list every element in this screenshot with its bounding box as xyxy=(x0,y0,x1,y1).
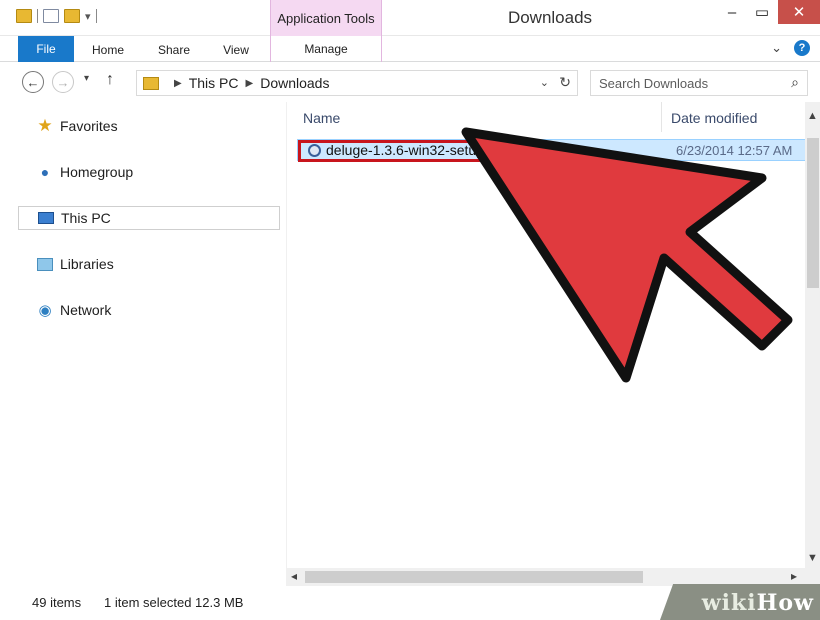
address-bar[interactable]: ▶ This PC ▶ Downloads ⌄ ↻ xyxy=(136,70,578,96)
tab-manage[interactable]: Manage xyxy=(270,36,382,62)
sidebar-item-libraries[interactable]: Libraries xyxy=(18,252,280,276)
watermark-logo: wikiHow xyxy=(702,590,814,616)
folder-icon[interactable] xyxy=(16,9,32,23)
breadcrumb-chevron-icon[interactable]: ▶ xyxy=(246,78,254,89)
watermark-text-b: How xyxy=(756,590,814,616)
column-headers: Name ^ Date modified xyxy=(287,102,820,132)
minimize-icon[interactable]: – xyxy=(718,0,746,24)
folder-icon xyxy=(143,76,159,90)
maximize-icon[interactable]: ▭ xyxy=(748,0,776,24)
libraries-icon xyxy=(36,256,54,272)
network-icon: ◉ xyxy=(38,302,52,319)
address-dropdown-icon[interactable]: ⌄ xyxy=(540,76,549,89)
forward-icon[interactable]: → xyxy=(52,71,74,93)
scroll-up-icon[interactable]: ▲ xyxy=(807,110,818,122)
sidebar-item-favorites[interactable]: ★ Favorites xyxy=(18,114,280,138)
column-date-label: Date modified xyxy=(671,110,758,126)
sidebar-item-homegroup[interactable]: ● Homegroup xyxy=(18,160,280,184)
horizontal-scroll-thumb[interactable] xyxy=(305,571,643,583)
sidebar-item-this-pc[interactable]: This PC xyxy=(18,206,280,230)
star-icon: ★ xyxy=(37,116,53,135)
file-name[interactable]: deluge-1.3.6-win32-setup xyxy=(326,142,484,158)
column-divider[interactable] xyxy=(661,102,662,132)
new-folder-icon[interactable] xyxy=(64,9,80,23)
customize-toolbar-icon[interactable]: ▾ xyxy=(85,10,91,23)
item-count: 49 items xyxy=(32,595,82,610)
installer-icon xyxy=(308,144,321,157)
sidebar-item-label: Homegroup xyxy=(60,164,134,180)
title-bar: ▾ Application Tools Downloads – ▭ ✕ xyxy=(0,0,820,36)
selection-info: 1 item selected 12.3 MB xyxy=(104,595,244,610)
toolbar-divider xyxy=(37,9,38,23)
up-icon[interactable]: ↑ xyxy=(106,71,114,89)
properties-icon[interactable] xyxy=(43,9,59,23)
column-date-modified[interactable]: ^ Date modified xyxy=(671,110,757,126)
sidebar-item-label: This PC xyxy=(61,210,111,226)
vertical-scrollbar[interactable]: ▲ ▼ xyxy=(805,102,820,586)
context-tab-label: Application Tools xyxy=(270,0,382,36)
scroll-right-icon[interactable]: ▸ xyxy=(791,569,797,583)
watermark-text-a: wiki xyxy=(701,590,757,616)
tab-view[interactable]: View xyxy=(208,38,264,62)
column-name[interactable]: Name xyxy=(303,110,340,126)
file-date: 6/23/2014 12:57 AM xyxy=(676,143,793,158)
close-icon[interactable]: ✕ xyxy=(778,0,820,24)
expand-ribbon-icon[interactable]: ⌄ xyxy=(771,40,782,56)
sidebar-item-label: Network xyxy=(60,302,112,318)
ribbon-tabs: File Home Share View Manage ⌄ ? xyxy=(0,36,820,62)
scroll-down-icon[interactable]: ▼ xyxy=(807,552,818,564)
homegroup-icon: ● xyxy=(40,164,50,180)
breadcrumb-this-pc[interactable]: This PC xyxy=(189,75,239,91)
tab-home[interactable]: Home xyxy=(80,38,136,62)
search-box[interactable]: ⌕ xyxy=(590,70,808,96)
help-icon[interactable]: ? xyxy=(794,40,810,56)
navigation-pane: ★ Favorites ● Homegroup This PC Librarie… xyxy=(0,102,286,586)
breadcrumb-downloads[interactable]: Downloads xyxy=(260,75,329,91)
navigation-bar: ← → ▾ ↑ ▶ This PC ▶ Downloads ⌄ ↻ ⌕ xyxy=(0,62,820,102)
refresh-icon[interactable]: ↻ xyxy=(559,74,571,91)
file-row[interactable]: deluge-1.3.6-win32-setup 6/23/2014 12:57… xyxy=(297,139,807,162)
tab-share[interactable]: Share xyxy=(146,38,202,62)
recent-locations-icon[interactable]: ▾ xyxy=(84,73,89,84)
sidebar-item-label: Favorites xyxy=(60,118,118,134)
search-icon[interactable]: ⌕ xyxy=(791,74,799,91)
quick-access-toolbar: ▾ xyxy=(16,9,97,23)
back-icon[interactable]: ← xyxy=(22,71,44,93)
search-input[interactable] xyxy=(599,75,779,91)
scroll-left-icon[interactable]: ◂ xyxy=(291,569,297,583)
ribbon-controls: ⌄ ? xyxy=(771,40,810,56)
breadcrumb-chevron-icon[interactable]: ▶ xyxy=(174,78,182,89)
file-list: Name ^ Date modified deluge-1.3.6-win32-… xyxy=(286,102,820,586)
computer-icon xyxy=(37,210,55,226)
vertical-scroll-thumb[interactable] xyxy=(807,138,819,288)
window-title: Downloads xyxy=(507,8,593,27)
tab-file[interactable]: File xyxy=(18,36,74,62)
explorer-window: ▾ Application Tools Downloads – ▭ ✕ File… xyxy=(0,0,820,620)
sidebar-item-network[interactable]: ◉ Network xyxy=(18,298,280,322)
toolbar-divider xyxy=(95,9,97,23)
sidebar-item-label: Libraries xyxy=(60,256,114,272)
